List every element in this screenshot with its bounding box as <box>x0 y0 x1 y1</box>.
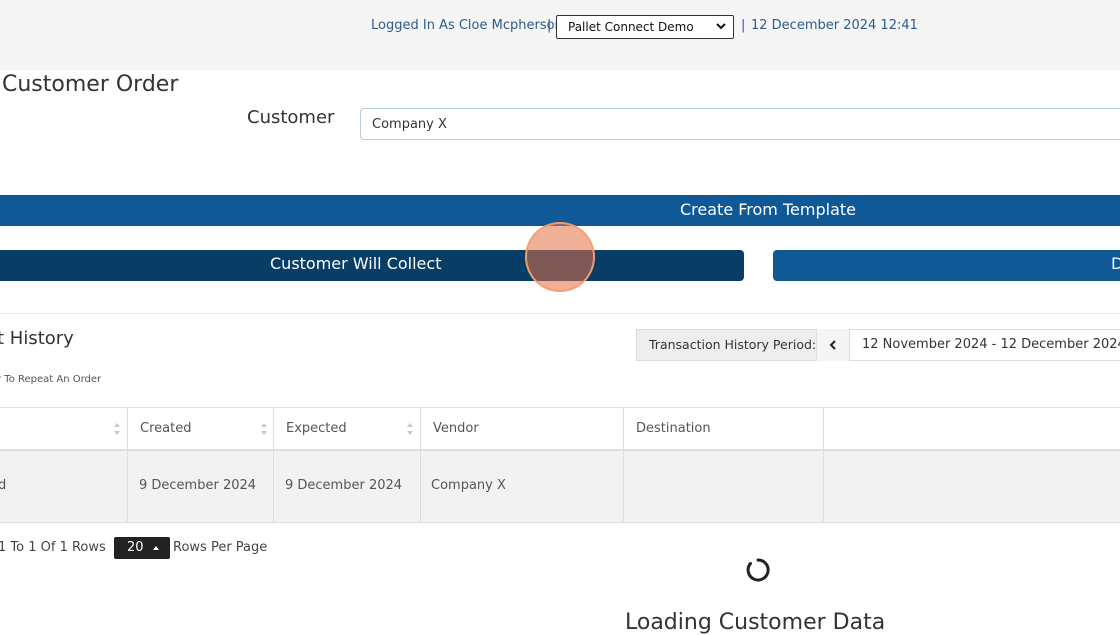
sort-icon <box>261 423 267 435</box>
column-header-vendor[interactable]: Vendor <box>421 408 624 449</box>
table-cell-destination <box>624 451 824 522</box>
history-table: Created Expected Vendor Destination d 9 … <box>0 407 1120 524</box>
customer-label: Customer <box>247 107 335 128</box>
current-datetime: 12 December 2024 12:41 <box>751 18 918 33</box>
table-cell-expected: 9 December 2024 <box>274 451 421 522</box>
spinner-icon <box>746 558 770 582</box>
table-cell-vendor: Company X <box>421 451 624 522</box>
section-divider <box>0 313 1120 314</box>
page-size-value: 20 <box>127 540 144 555</box>
history-title: t History <box>0 328 74 349</box>
table-cell: d <box>0 451 128 522</box>
column-header-created[interactable]: Created <box>128 408 274 449</box>
period-label: Transaction History Period: <box>636 329 817 361</box>
table-row[interactable]: d 9 December 2024 9 December 2024 Compan… <box>0 451 1120 523</box>
click-indicator <box>525 222 595 292</box>
page-title: Customer Order <box>2 72 179 97</box>
create-from-template-label: Create From Template <box>680 200 856 219</box>
column-header <box>824 408 1120 449</box>
table-cell <box>824 451 1120 522</box>
rows-per-page-label: Rows Per Page <box>173 540 268 555</box>
delivery-button-label: D <box>1111 254 1120 273</box>
tenant-select-value: Pallet Connect Demo <box>568 20 694 34</box>
sort-icon <box>407 423 413 435</box>
period-range-input[interactable]: 12 November 2024 - 12 December 2024 <box>849 329 1120 361</box>
caret-up-icon <box>153 546 159 550</box>
chevron-left-icon <box>829 340 836 350</box>
tenant-select[interactable]: Pallet Connect Demo <box>556 15 734 39</box>
table-cell-created: 9 December 2024 <box>128 451 274 522</box>
sort-icon <box>114 423 120 435</box>
table-header: Created Expected Vendor Destination <box>0 407 1120 451</box>
column-header-expected[interactable]: Expected <box>274 408 421 449</box>
customer-input[interactable]: Company X <box>360 108 1120 140</box>
customer-will-collect-label: Customer Will Collect <box>270 254 442 273</box>
separator: | <box>741 18 746 33</box>
column-header-destination[interactable]: Destination <box>624 408 824 449</box>
logged-in-user: Logged In As Cloe Mcpherson <box>371 18 563 33</box>
delivery-button[interactable]: D <box>773 250 1120 281</box>
page-size-dropdown[interactable]: 20 <box>114 537 170 559</box>
column-header[interactable] <box>0 408 128 449</box>
customer-will-collect-button[interactable]: Customer Will Collect <box>0 250 744 281</box>
loading-text: Loading Customer Data <box>625 610 886 635</box>
history-hint: r To Repeat An Order <box>0 374 102 385</box>
pagination-info: 1 To 1 Of 1 Rows <box>0 540 106 555</box>
customer-input-value: Company X <box>372 117 447 132</box>
separator: | <box>547 18 552 33</box>
period-prev-button[interactable] <box>817 329 849 361</box>
chevron-down-icon <box>716 23 726 30</box>
